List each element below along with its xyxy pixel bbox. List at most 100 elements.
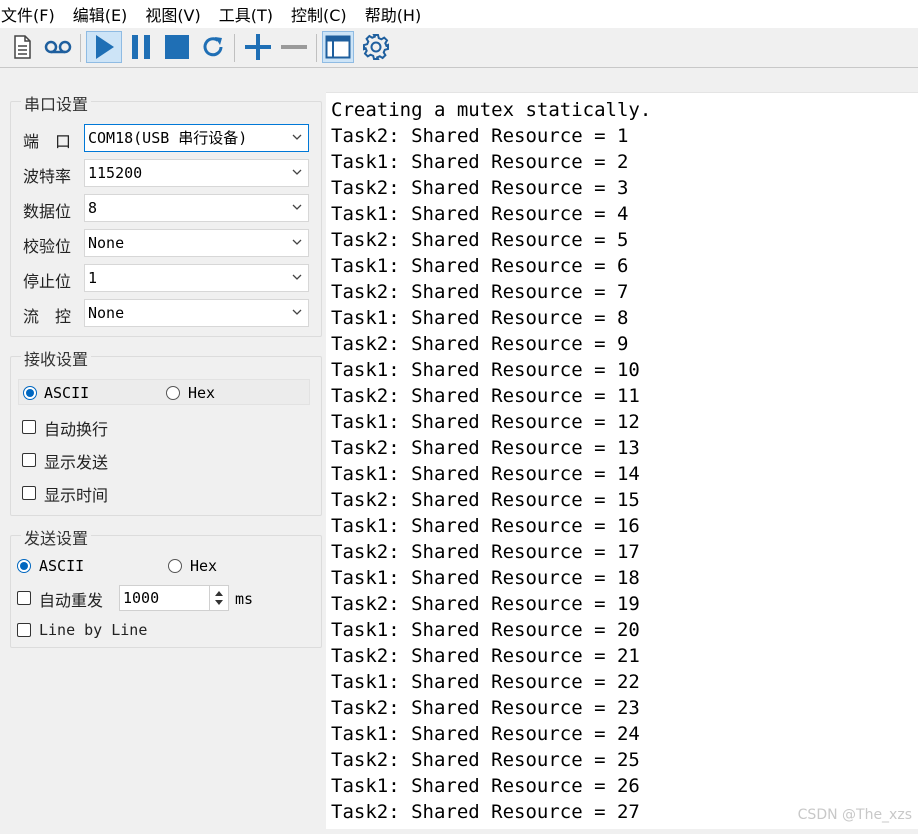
watermark: CSDN @The_xzs (797, 807, 912, 823)
line-by-line-checkbox[interactable] (17, 623, 31, 637)
terminal-line: Task1: Shared Resource = 2 (331, 151, 629, 173)
record-icon[interactable] (42, 31, 74, 63)
baud-label: 波特率 (23, 167, 72, 186)
terminal-line: Creating a mutex statically. (331, 99, 652, 121)
receive-hex-label: Hex (188, 384, 216, 402)
refresh-icon[interactable] (197, 31, 229, 63)
pause-icon[interactable] (125, 31, 157, 63)
play-icon[interactable] (86, 31, 122, 63)
chevron-down-icon (292, 169, 302, 175)
menu-view[interactable]: 视图(V) (144, 2, 200, 26)
auto-wrap-label: 自动换行 (44, 420, 109, 439)
terminal-output: Task1: Shared Resource = 194Creating a m… (331, 93, 652, 825)
show-time-checkbox[interactable] (22, 486, 36, 500)
terminal-line: Task1: Shared Resource = 16 (331, 515, 640, 537)
terminal-line: Task2: Shared Resource = 25 (331, 749, 640, 771)
flow-select[interactable]: None (84, 299, 309, 327)
stopbits-label: 停止位 (23, 272, 72, 291)
flow-label: 流 控 (23, 307, 72, 326)
serial-settings-title: 串口设置 (21, 91, 92, 115)
baud-select[interactable]: 115200 (84, 159, 309, 187)
show-send-label: 显示发送 (44, 453, 109, 472)
flow-value: None (88, 304, 125, 322)
stop-icon[interactable] (161, 31, 193, 63)
terminal-line: Task1: Shared Resource = 10 (331, 359, 640, 381)
line-by-line-label: Line by Line (39, 621, 148, 639)
receive-terminal[interactable]: Task1: Shared Resource = 194Creating a m… (326, 92, 918, 829)
toolbar-separator (80, 34, 81, 62)
databits-label: 数据位 (23, 202, 72, 221)
chevron-down-icon (292, 309, 302, 315)
terminal-line: Task2: Shared Resource = 1 (331, 125, 629, 147)
terminal-line: Task1: Shared Resource = 14 (331, 463, 640, 485)
parity-label: 校验位 (23, 237, 72, 256)
settings-panel: 串口设置 端 口 COM18(USB 串行设备) 波特率 115200 数据位 … (0, 68, 326, 834)
terminal-line: Task2: Shared Resource = 13 (331, 437, 640, 459)
auto-resend-label: 自动重发 (39, 591, 104, 610)
send-hex-label: Hex (190, 557, 218, 575)
menu-bar: 文件(F) 编辑(E) 视图(V) 工具(T) 控制(C) 帮助(H) (0, 0, 918, 28)
chevron-down-icon (292, 204, 302, 210)
databits-value: 8 (88, 199, 98, 217)
terminal-line: Task2: Shared Resource = 11 (331, 385, 640, 407)
menu-edit[interactable]: 编辑(E) (72, 2, 128, 26)
send-ascii-radio[interactable] (17, 559, 31, 573)
send-settings-title: 发送设置 (21, 525, 92, 549)
chevron-down-icon (292, 239, 302, 245)
toolbar (0, 28, 918, 68)
send-ascii-label: ASCII (39, 557, 85, 575)
menu-control[interactable]: 控制(C) (290, 2, 347, 26)
receive-ascii-radio[interactable] (23, 386, 37, 400)
terminal-line: Task2: Shared Resource = 27 (331, 801, 640, 823)
terminal-line: Task1: Shared Resource = 22 (331, 671, 640, 693)
terminal-line: Task2: Shared Resource = 15 (331, 489, 640, 511)
port-label: 端 口 (23, 132, 72, 151)
interval-unit-label: ms (235, 590, 254, 608)
terminal-line: Task1: Shared Resource = 6 (331, 255, 629, 277)
port-value: COM18(USB 串行设备) (88, 129, 248, 147)
minus-icon[interactable] (278, 31, 310, 63)
stepper-up-icon[interactable] (215, 590, 223, 596)
terminal-line: Task1: Shared Resource = 4 (331, 203, 629, 225)
menu-help[interactable]: 帮助(H) (364, 2, 422, 26)
terminal-line: Task2: Shared Resource = 23 (331, 697, 640, 719)
menu-tools[interactable]: 工具(T) (218, 2, 273, 26)
chevron-down-icon (292, 134, 302, 140)
terminal-line: Task1: Shared Resource = 12 (331, 411, 640, 433)
interval-stepper[interactable] (209, 586, 228, 610)
terminal-line: Task1: Shared Resource = 24 (331, 723, 640, 745)
stepper-down-icon[interactable] (215, 600, 223, 606)
gear-icon[interactable] (360, 31, 392, 63)
chevron-down-icon (292, 274, 302, 280)
receive-ascii-label: ASCII (44, 384, 90, 402)
receive-settings-title: 接收设置 (21, 346, 92, 370)
toolbar-separator (316, 34, 317, 62)
terminal-line: Task2: Shared Resource = 7 (331, 281, 629, 303)
databits-select[interactable]: 8 (84, 194, 309, 222)
terminal-line: Task1: Shared Resource = 18 (331, 567, 640, 589)
send-hex-radio[interactable] (168, 559, 182, 573)
resend-interval-input[interactable]: 1000 (119, 585, 229, 611)
terminal-line: Task2: Shared Resource = 17 (331, 541, 640, 563)
stopbits-select[interactable]: 1 (84, 264, 309, 292)
parity-value: None (88, 234, 125, 252)
terminal-line: Task2: Shared Resource = 21 (331, 645, 640, 667)
terminal-line: Task2: Shared Resource = 9 (331, 333, 629, 355)
show-send-checkbox[interactable] (22, 453, 36, 467)
auto-wrap-checkbox[interactable] (22, 420, 36, 434)
auto-resend-checkbox[interactable] (17, 591, 31, 605)
port-select[interactable]: COM18(USB 串行设备) (84, 124, 309, 152)
toolbar-separator (234, 34, 235, 62)
terminal-line: Task1: Shared Resource = 20 (331, 619, 640, 641)
parity-select[interactable]: None (84, 229, 309, 257)
terminal-line: Task1: Shared Resource = 26 (331, 775, 640, 797)
terminal-line: Task1: Shared Resource = 8 (331, 307, 629, 329)
terminal-line: Task2: Shared Resource = 5 (331, 229, 629, 251)
receive-hex-radio[interactable] (166, 386, 180, 400)
plus-icon[interactable] (242, 31, 274, 63)
terminal-line: Task2: Shared Resource = 19 (331, 593, 640, 615)
menu-file[interactable]: 文件(F) (0, 2, 55, 26)
document-icon[interactable] (6, 31, 38, 63)
baud-value: 115200 (88, 164, 143, 182)
window-icon[interactable] (322, 31, 354, 63)
